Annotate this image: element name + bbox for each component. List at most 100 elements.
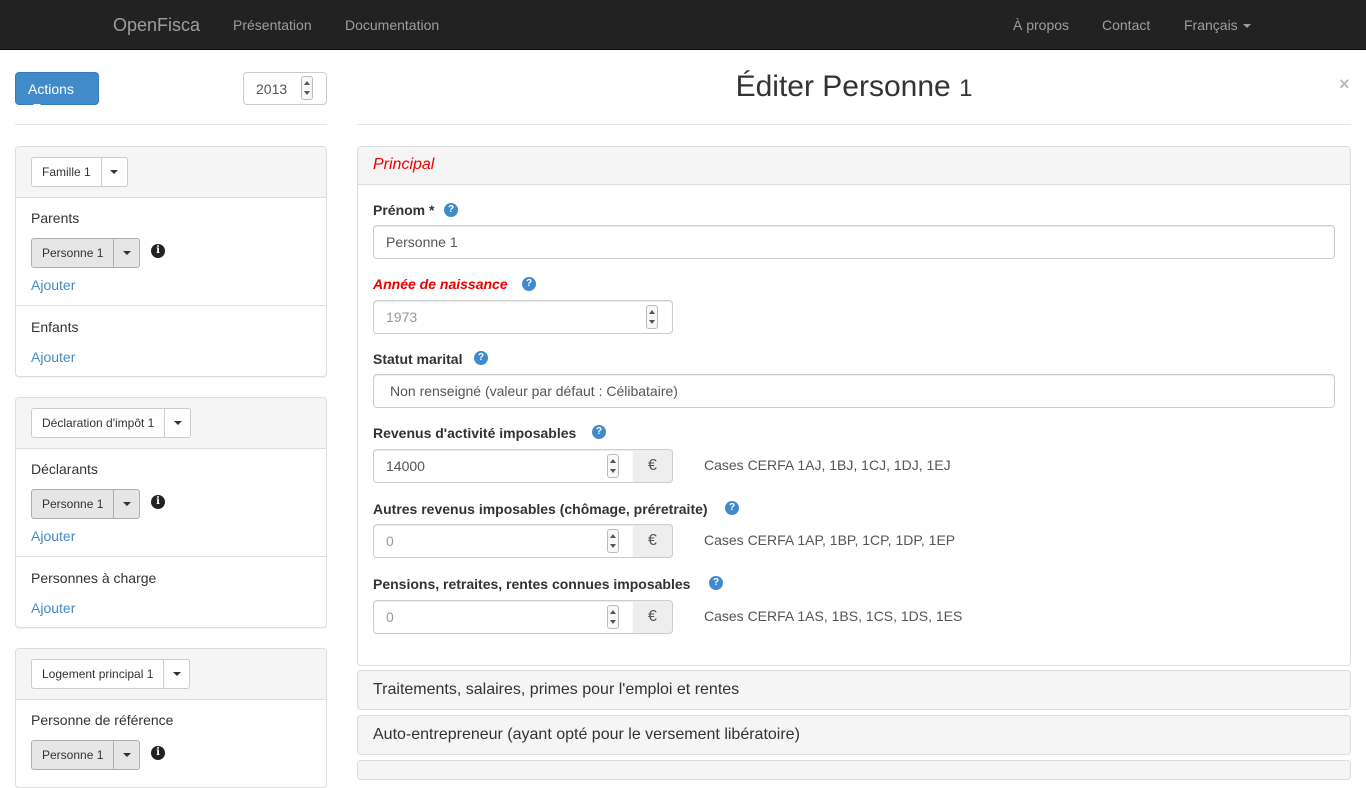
help-icon[interactable]: ? bbox=[592, 425, 606, 439]
declaration-entity-toggle[interactable] bbox=[165, 408, 192, 438]
actions-button[interactable]: Actions bbox=[15, 72, 99, 109]
logement-panel-header: Logement principal 1 bbox=[16, 649, 326, 700]
autres-input[interactable]: 0 bbox=[373, 524, 634, 558]
declaration-panel-header: Déclaration d'impôt 1 bbox=[16, 398, 326, 449]
info-icon[interactable]: i bbox=[151, 244, 165, 258]
language-label: Français bbox=[1184, 17, 1238, 33]
enfants-title: Enfants bbox=[31, 319, 79, 335]
reference-section: Personne de référence Personne 1 i bbox=[16, 700, 326, 787]
caret-down-icon bbox=[122, 753, 131, 757]
divider bbox=[15, 124, 327, 125]
declarants-section: Déclarants Personne 1 i Ajouter bbox=[16, 449, 326, 557]
parents-section: Parents Personne 1 i Ajouter bbox=[16, 198, 326, 306]
page-title-main: Éditer Personne bbox=[735, 70, 951, 103]
divider bbox=[357, 124, 1351, 125]
section-next[interactable] bbox=[357, 760, 1351, 780]
parents-add-link[interactable]: Ajouter bbox=[31, 277, 75, 293]
famille-entity-toggle[interactable] bbox=[101, 157, 128, 187]
caret-down-icon bbox=[122, 251, 131, 255]
pensions-spinner-icon[interactable] bbox=[607, 605, 619, 629]
statut-value: Non renseigné (valeur par défaut : Célib… bbox=[390, 383, 678, 399]
logement-entity-button[interactable]: Logement principal 1 bbox=[31, 659, 165, 689]
reference-person-dropdown[interactable]: Personne 1 bbox=[31, 740, 141, 770]
prenom-label: Prénom * bbox=[373, 202, 435, 218]
statut-select[interactable]: Non renseigné (valeur par défaut : Célib… bbox=[373, 374, 1335, 408]
info-icon[interactable]: i bbox=[151, 746, 165, 760]
help-icon[interactable]: ? bbox=[522, 277, 536, 291]
autres-placeholder: 0 bbox=[386, 533, 394, 549]
pensions-cerfa-text: Cases CERFA 1AS, 1BS, 1CS, 1DS, 1ES bbox=[704, 608, 963, 624]
nav-contact-link[interactable]: Contact bbox=[1102, 17, 1150, 33]
famille-entity-button[interactable]: Famille 1 bbox=[31, 157, 102, 187]
parents-person-dropdown[interactable]: Personne 1 bbox=[31, 238, 141, 268]
close-icon[interactable]: × bbox=[1339, 74, 1350, 95]
declaration-panel: Déclaration d'impôt 1 Déclarants Personn… bbox=[15, 397, 327, 628]
revenus-spinner-icon[interactable] bbox=[607, 454, 619, 478]
caret-down-icon bbox=[172, 672, 181, 676]
declaration-entity-button[interactable]: Déclaration d'impôt 1 bbox=[31, 408, 166, 438]
declarants-person-dropdown[interactable]: Personne 1 bbox=[31, 489, 141, 519]
naissance-spinner-icon[interactable] bbox=[646, 305, 658, 329]
pensions-label: Pensions, retraites, rentes connues impo… bbox=[373, 576, 691, 592]
prenom-value: Personne 1 bbox=[386, 234, 458, 250]
charge-title: Personnes à charge bbox=[31, 570, 157, 586]
year-input[interactable]: 2013 bbox=[243, 72, 327, 105]
charge-add-link[interactable]: Ajouter bbox=[31, 600, 75, 616]
help-icon[interactable]: ? bbox=[474, 351, 488, 365]
parents-title: Parents bbox=[31, 210, 80, 226]
year-value: 2013 bbox=[256, 81, 288, 97]
pensions-input[interactable]: 0 bbox=[373, 600, 634, 634]
parents-person-toggle[interactable] bbox=[114, 238, 141, 268]
top-navbar: OpenFisca Présentation Documentation À p… bbox=[0, 0, 1366, 50]
declarants-title: Déclarants bbox=[31, 461, 98, 477]
section-auto-entrepreneur[interactable]: Auto-entrepreneur (ayant opté pour le ve… bbox=[357, 715, 1351, 755]
euro-addon: € bbox=[633, 524, 673, 558]
nav-about-link[interactable]: À propos bbox=[1013, 17, 1069, 33]
caret-down-icon bbox=[122, 502, 131, 506]
parents-person-button[interactable]: Personne 1 bbox=[31, 238, 115, 268]
reference-person-toggle[interactable] bbox=[114, 740, 141, 770]
declaration-entity-dropdown[interactable]: Déclaration d'impôt 1 bbox=[31, 408, 192, 438]
famille-entity-dropdown[interactable]: Famille 1 bbox=[31, 157, 128, 187]
info-icon[interactable]: i bbox=[151, 495, 165, 509]
autres-spinner-icon[interactable] bbox=[607, 529, 619, 553]
revenus-label: Revenus d'activité imposables bbox=[373, 425, 577, 441]
euro-addon: € bbox=[633, 449, 673, 483]
declarants-person-button[interactable]: Personne 1 bbox=[31, 489, 115, 519]
logement-entity-toggle[interactable] bbox=[164, 659, 191, 689]
charge-section: Personnes à charge Ajouter bbox=[16, 557, 326, 627]
nav-documentation-link[interactable]: Documentation bbox=[345, 17, 439, 33]
caret-down-icon bbox=[1242, 24, 1251, 29]
reference-person-button[interactable]: Personne 1 bbox=[31, 740, 115, 770]
caret-down-icon bbox=[33, 104, 41, 109]
language-dropdown[interactable]: Français bbox=[1184, 17, 1251, 33]
revenus-input[interactable]: 14000 bbox=[373, 449, 634, 483]
actions-label: Actions bbox=[28, 81, 74, 97]
autres-cerfa-text: Cases CERFA 1AP, 1BP, 1CP, 1DP, 1EP bbox=[704, 532, 956, 548]
help-icon[interactable]: ? bbox=[709, 576, 723, 590]
revenus-value: 14000 bbox=[386, 458, 425, 474]
prenom-input[interactable]: Personne 1 bbox=[373, 225, 1335, 259]
naissance-input[interactable]: 1973 bbox=[373, 300, 673, 334]
caret-down-icon bbox=[173, 421, 182, 425]
help-icon[interactable]: ? bbox=[725, 501, 739, 515]
principal-heading[interactable]: Principal bbox=[358, 147, 1350, 185]
year-spinner-icon[interactable] bbox=[301, 76, 313, 100]
declarants-add-link[interactable]: Ajouter bbox=[31, 528, 75, 544]
revenus-cerfa-text: Cases CERFA 1AJ, 1BJ, 1CJ, 1DJ, 1EJ bbox=[704, 457, 951, 473]
famille-panel: Famille 1 Parents Personne 1 i Ajouter E… bbox=[15, 146, 327, 377]
logement-entity-dropdown[interactable]: Logement principal 1 bbox=[31, 659, 191, 689]
autres-label: Autres revenus imposables (chômage, prér… bbox=[373, 501, 708, 517]
help-icon[interactable]: ? bbox=[444, 203, 458, 217]
nav-presentation-link[interactable]: Présentation bbox=[233, 17, 312, 33]
naissance-label: Année de naissance bbox=[373, 276, 508, 292]
page-title: Éditer Personne 1 bbox=[357, 70, 1351, 104]
enfants-section: Enfants Ajouter bbox=[16, 306, 326, 376]
brand-link[interactable]: OpenFisca bbox=[113, 15, 200, 36]
declarants-person-toggle[interactable] bbox=[114, 489, 141, 519]
statut-label: Statut marital bbox=[373, 351, 463, 367]
famille-panel-header: Famille 1 bbox=[16, 147, 326, 198]
enfants-add-link[interactable]: Ajouter bbox=[31, 349, 75, 365]
reference-title: Personne de référence bbox=[31, 712, 174, 728]
section-traitements[interactable]: Traitements, salaires, primes pour l'emp… bbox=[357, 670, 1351, 710]
